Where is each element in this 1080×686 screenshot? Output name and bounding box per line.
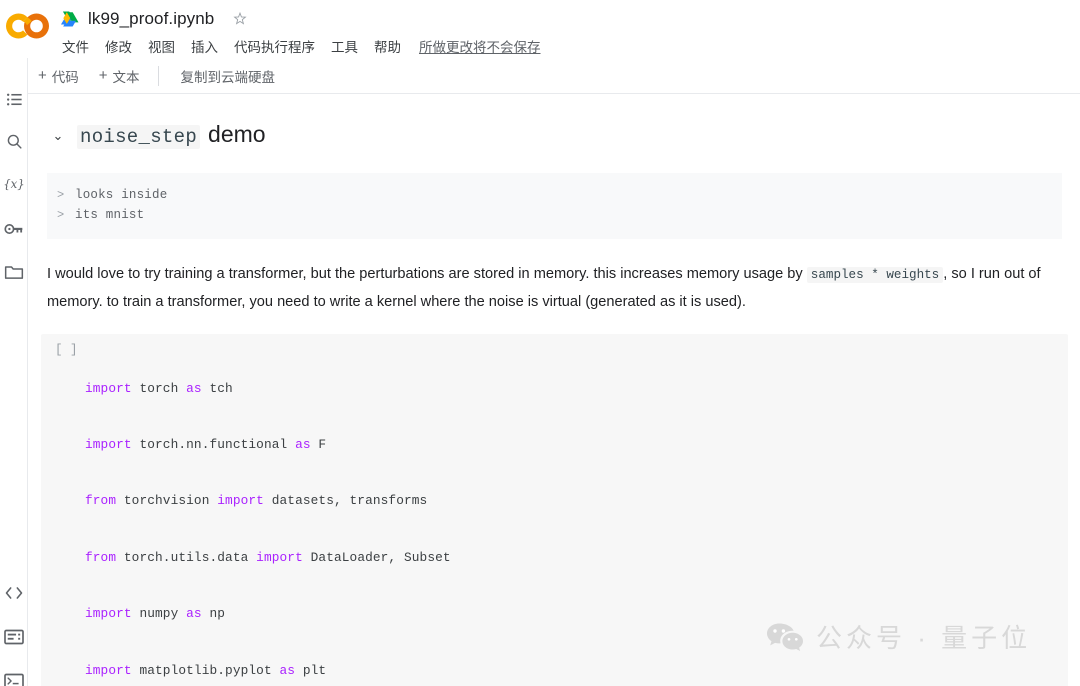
page-title: noise_step demo (77, 121, 266, 149)
plus-icon: + (98, 67, 108, 84)
star-outline-icon[interactable] (223, 10, 249, 28)
copy-to-drive-label: 复制到云端硬盘 (180, 69, 276, 85)
menu-edit[interactable]: 修改 (97, 36, 140, 56)
code-editor-imports[interactable]: import torch as tch import torch.nn.func… (85, 342, 1068, 686)
blockquote-line-text: looks inside (75, 188, 168, 202)
notebook-toolbar: + 代码 + 文本 复制到云端硬盘 (28, 58, 1080, 94)
code-line: import torch as tch (85, 380, 233, 396)
heading-row: ⌄ noise_step demo (29, 121, 1080, 149)
markdown-paragraph: I would love to try training a transform… (47, 261, 1057, 316)
search-icon[interactable] (3, 130, 25, 152)
menu-insert[interactable]: 插入 (183, 36, 226, 56)
paragraph-inline-code: samples * weights (806, 267, 944, 283)
heading-text-fragment: demo (208, 121, 266, 147)
document-filename[interactable]: lk99_proof.ipynb (88, 9, 214, 29)
code-line: from torch.utils.data import DataLoader,… (85, 549, 451, 565)
code-line: from torchvision import datasets, transf… (85, 493, 428, 509)
svg-text:{x}: {x} (3, 177, 25, 191)
markdown-cell-heading[interactable]: ⌄ noise_step demo > looks inside > its m… (29, 121, 1080, 316)
copy-to-drive-button[interactable]: 复制到云端硬盘 (171, 63, 286, 89)
quote-chevron-icon: > (57, 188, 65, 202)
blockquote-block: > looks inside > its mnist (47, 173, 1062, 239)
menu-view[interactable]: 视图 (140, 36, 183, 56)
code-line: import matplotlib.pyplot as plt (85, 662, 327, 678)
document-title-row: lk99_proof.ipynb (60, 6, 249, 32)
code-line: import torch.nn.functional as F (85, 436, 327, 452)
code-cell-imports[interactable]: [ ] import torch as tch import torch.nn.… (41, 334, 1068, 686)
files-folder-icon[interactable] (3, 261, 25, 283)
google-drive-icon (60, 10, 79, 29)
paragraph-part-1: I would love to try training a transform… (47, 266, 807, 282)
terminal-icon[interactable] (3, 670, 25, 686)
menu-file[interactable]: 文件 (62, 36, 97, 56)
add-text-cell-button[interactable]: + 文本 (89, 63, 150, 89)
blockquote-line-text: its mnist (75, 208, 145, 222)
command-palette-icon[interactable] (3, 626, 25, 648)
menu-help[interactable]: 帮助 (366, 36, 409, 56)
menu-bar: 文件 修改 视图 插入 代码执行程序 工具 帮助 所做更改将不会保存 (62, 36, 541, 56)
menu-tools[interactable]: 工具 (323, 36, 366, 56)
table-of-contents-icon[interactable] (3, 88, 25, 110)
changes-not-saved-note[interactable]: 所做更改将不会保存 (419, 36, 541, 56)
heading-code-fragment: noise_step (77, 125, 201, 149)
title-bar: lk99_proof.ipynb 文件 修改 视图 插入 代码执行程序 工具 帮… (0, 0, 1080, 58)
notebook-scroll-area[interactable]: ⌄ noise_step demo > looks inside > its m… (29, 95, 1080, 686)
collapse-chevron-icon[interactable]: ⌄ (47, 129, 69, 142)
cell-run-button[interactable]: [ ] (41, 342, 85, 686)
menu-runtime[interactable]: 代码执行程序 (226, 36, 323, 56)
add-code-cell-button[interactable]: + 代码 (28, 63, 89, 89)
secrets-key-icon[interactable] (3, 218, 25, 240)
blockquote-line: > looks inside (47, 185, 1062, 205)
code-snippets-icon[interactable] (3, 582, 25, 604)
blockquote-line: > its mnist (47, 205, 1062, 225)
plus-icon: + (38, 67, 47, 84)
colab-window: lk99_proof.ipynb 文件 修改 视图 插入 代码执行程序 工具 帮… (0, 0, 1080, 686)
colab-logo-icon[interactable] (6, 8, 50, 44)
add-code-label: 代码 (51, 69, 79, 85)
quote-chevron-icon: > (57, 208, 65, 222)
toolbar-divider (157, 65, 159, 86)
left-rail: {x} (0, 58, 28, 686)
add-text-label: 文本 (112, 69, 140, 85)
variables-icon[interactable]: {x} (3, 173, 25, 195)
code-line: import numpy as np (85, 606, 226, 622)
